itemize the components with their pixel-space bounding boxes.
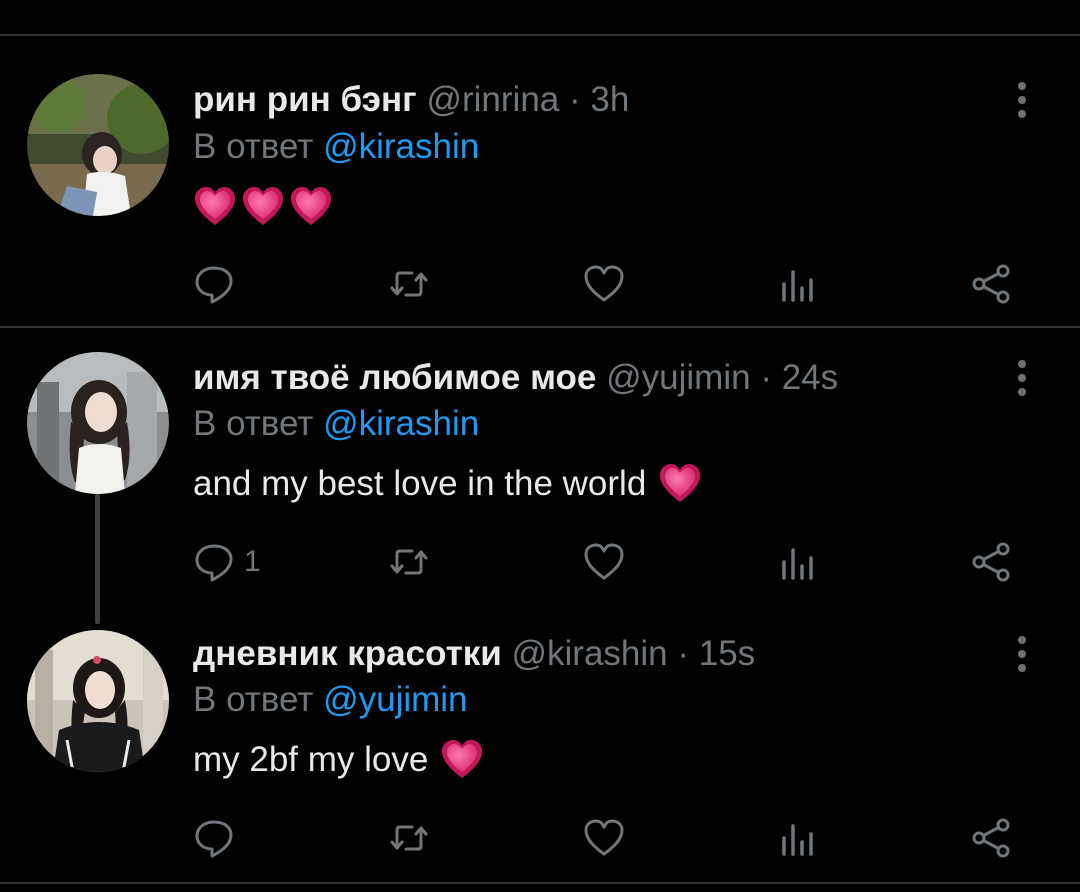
- action-bar: [0, 816, 1080, 860]
- more-options-button[interactable]: [1008, 634, 1036, 674]
- views-button[interactable]: [776, 262, 820, 306]
- reply-count: 1: [244, 545, 261, 578]
- display-name[interactable]: имя твоё любимое мое: [193, 358, 596, 397]
- display-name[interactable]: дневник красотки: [193, 634, 502, 673]
- handle[interactable]: @yujimin: [606, 358, 750, 397]
- heart-pink-emoji: [442, 740, 483, 778]
- retweet-icon: [390, 271, 428, 297]
- timestamp[interactable]: 24s: [782, 358, 838, 397]
- timestamp[interactable]: 15s: [699, 634, 755, 673]
- like-icon: [584, 265, 624, 302]
- display-name[interactable]: рин рин бэнг: [193, 80, 417, 119]
- timestamp[interactable]: 3h: [590, 80, 629, 119]
- share-button[interactable]: [970, 540, 1014, 584]
- tweet-text: and my best love in the world: [193, 462, 702, 506]
- reply-prefix: В ответ: [193, 680, 314, 719]
- reply-mention[interactable]: @kirashin: [323, 404, 479, 443]
- more-vertical-icon: [1018, 82, 1026, 90]
- retweet-icon: [390, 825, 428, 851]
- heart-pink-emoji: [291, 187, 331, 225]
- views-icon: [782, 270, 813, 302]
- like-icon: [584, 819, 624, 856]
- avatar-photo: [27, 74, 169, 216]
- reply-button[interactable]: [192, 262, 244, 306]
- action-bar: 1: [0, 540, 1080, 584]
- heart-pink-emoji: [660, 464, 701, 502]
- share-icon: [972, 818, 1010, 858]
- avatar[interactable]: [27, 630, 169, 772]
- reply-mention[interactable]: @yujimin: [323, 680, 467, 719]
- share-icon: [972, 542, 1010, 582]
- tweet-body: and my best love in the world: [193, 464, 647, 503]
- reply-icon: [195, 266, 233, 304]
- reply-context: В ответ @yujimin: [193, 680, 468, 720]
- reply-context: В ответ @kirashin: [193, 404, 479, 444]
- like-button[interactable]: [582, 540, 626, 584]
- reply-icon: [195, 544, 233, 582]
- separator: ·: [677, 634, 690, 673]
- reply-button[interactable]: [192, 816, 244, 860]
- tweet-rinrina[interactable]: рин рин бэнг @rinrina · 3h В ответ @kira…: [0, 0, 1080, 326]
- more-vertical-icon: [1018, 360, 1026, 368]
- share-button[interactable]: [970, 816, 1014, 860]
- tweet-yujimin[interactable]: имя твоё любимое мое @yujimin · 24s В от…: [0, 328, 1080, 624]
- tweet-header: рин рин бэнг @rinrina · 3h: [193, 80, 629, 120]
- like-button[interactable]: [582, 816, 626, 860]
- reply-prefix: В ответ: [193, 127, 314, 166]
- share-icon: [972, 264, 1010, 304]
- views-button[interactable]: [776, 816, 820, 860]
- retweet-button[interactable]: [387, 540, 431, 584]
- separator: ·: [569, 80, 581, 119]
- avatar-photo: [27, 630, 169, 772]
- avatar[interactable]: [27, 352, 169, 494]
- action-bar: [0, 262, 1080, 306]
- views-icon: [782, 548, 813, 580]
- tweet-text: [193, 185, 333, 229]
- tweet-text: my 2bf my love: [193, 738, 484, 782]
- handle[interactable]: @rinrina: [426, 80, 559, 119]
- separator: ·: [760, 358, 772, 397]
- views-button[interactable]: [776, 540, 820, 584]
- avatar[interactable]: [27, 74, 169, 216]
- like-icon: [584, 543, 624, 580]
- like-button[interactable]: [582, 262, 626, 306]
- reply-context: В ответ @kirashin: [193, 127, 479, 167]
- share-button[interactable]: [970, 262, 1014, 306]
- retweet-button[interactable]: [387, 816, 431, 860]
- retweet-icon: [390, 549, 428, 575]
- reply-icon: [195, 820, 233, 858]
- avatar-photo: [27, 352, 169, 494]
- views-icon: [782, 824, 813, 856]
- more-vertical-icon: [1018, 636, 1026, 644]
- heart-pink-emoji: [195, 187, 235, 225]
- retweet-button[interactable]: [387, 262, 431, 306]
- tweet-header: имя твоё любимое мое @yujimin · 24s: [193, 358, 838, 398]
- reply-mention[interactable]: @kirashin: [323, 127, 479, 166]
- tweet-header: дневник красотки @kirashin · 15s: [193, 634, 755, 674]
- handle[interactable]: @kirashin: [511, 634, 667, 673]
- bottom-divider: [0, 882, 1080, 884]
- tweet-body: my 2bf my love: [193, 740, 429, 779]
- more-options-button[interactable]: [1008, 358, 1036, 398]
- more-options-button[interactable]: [1008, 80, 1036, 120]
- heart-pink-emoji: [243, 187, 283, 225]
- tweet-kirashin[interactable]: дневник красотки @kirashin · 15s В ответ…: [0, 604, 1080, 882]
- reply-button[interactable]: 1: [192, 540, 261, 584]
- reply-prefix: В ответ: [193, 404, 314, 443]
